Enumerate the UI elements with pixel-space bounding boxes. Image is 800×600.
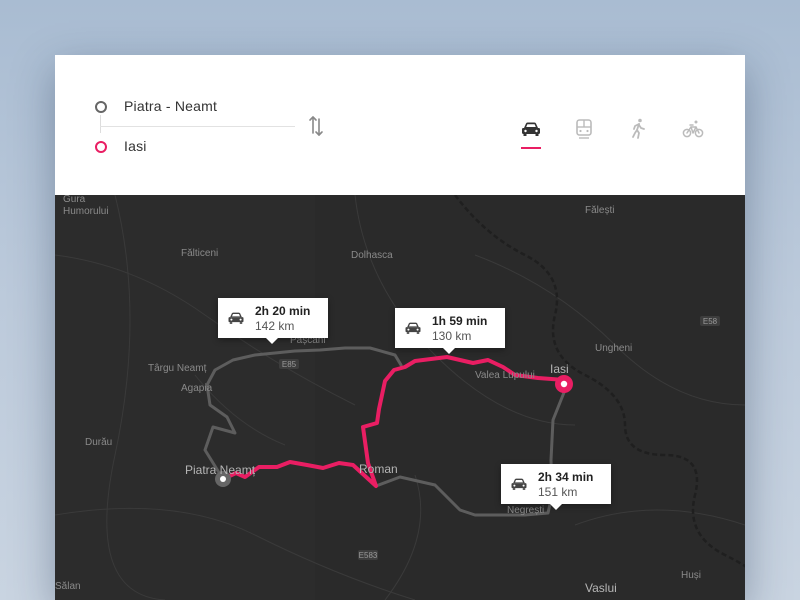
route-callout-1[interactable]: 2h 20 min 142 km (218, 298, 328, 344)
route-time: 2h 20 min (255, 304, 311, 318)
origin-field[interactable]: Piatra - Neamt (124, 98, 217, 114)
directions-header: Piatra - Neamt Iasi (55, 55, 745, 195)
train-icon (576, 119, 592, 139)
svg-text:E583: E583 (359, 551, 378, 560)
mode-car-button[interactable] (519, 117, 543, 141)
car-icon (405, 322, 421, 334)
directions-card: Piatra - Neamt Iasi Gura Humorului Fălti… (55, 55, 745, 600)
mode-walk-button[interactable] (627, 117, 651, 141)
map-label-falesti: Fălești (585, 205, 614, 216)
car-icon (228, 312, 244, 324)
route-distance: 151 km (538, 485, 578, 499)
route-map[interactable]: Gura Humorului Fălticeni Dolhasca Fălești… (55, 195, 745, 600)
car-icon (511, 478, 527, 490)
map-label-piatra-neamt: Piatra Neamț (185, 463, 256, 477)
mode-bike-button[interactable] (681, 117, 705, 141)
map-label-husi: Huși (681, 570, 701, 581)
map-label-valea-lupului: Valea Lupului (475, 370, 535, 381)
map-label-iasi: Iasi (550, 362, 569, 376)
map-label-durau: Durău (85, 437, 112, 448)
map-label-falticeni: Fălticeni (181, 248, 218, 259)
route-callout-3[interactable]: 2h 34 min 151 km (501, 464, 611, 510)
route-time: 1h 59 min (432, 314, 488, 328)
map-label-targu-neamt: Târgu Neamț (148, 363, 207, 374)
svg-text:E85: E85 (282, 360, 297, 369)
route-distance: 130 km (432, 329, 472, 343)
destination-field[interactable]: Iasi (124, 138, 147, 154)
map-canvas: Gura Humorului Fălticeni Dolhasca Fălești… (55, 195, 745, 600)
route-time: 2h 34 min (538, 470, 594, 484)
mode-transit-button[interactable] (572, 117, 596, 141)
origin-marker-icon (95, 101, 107, 113)
map-label-dolhasca: Dolhasca (351, 250, 393, 261)
swap-arrows-icon (309, 116, 323, 136)
map-label-salan: Sălan (55, 581, 81, 592)
map-label-vaslui: Vaslui (585, 581, 617, 595)
bike-icon (682, 120, 704, 138)
route-connector (100, 115, 101, 133)
selected-mode-indicator (521, 147, 541, 149)
route-distance: 142 km (255, 319, 295, 333)
svg-text:E58: E58 (703, 317, 718, 326)
car-icon (522, 122, 540, 136)
field-divider (100, 126, 295, 127)
walk-icon (632, 118, 645, 139)
route-callout-2[interactable]: 1h 59 min 130 km (395, 308, 505, 354)
destination-marker-icon (95, 141, 107, 153)
map-label-ungheni: Ungheni (595, 343, 632, 354)
map-label-roman: Roman (359, 462, 398, 476)
map-label-agapia: Agapia (181, 383, 213, 394)
swap-route-button[interactable] (305, 113, 327, 139)
map-label-negresti: Negrești (507, 505, 544, 516)
